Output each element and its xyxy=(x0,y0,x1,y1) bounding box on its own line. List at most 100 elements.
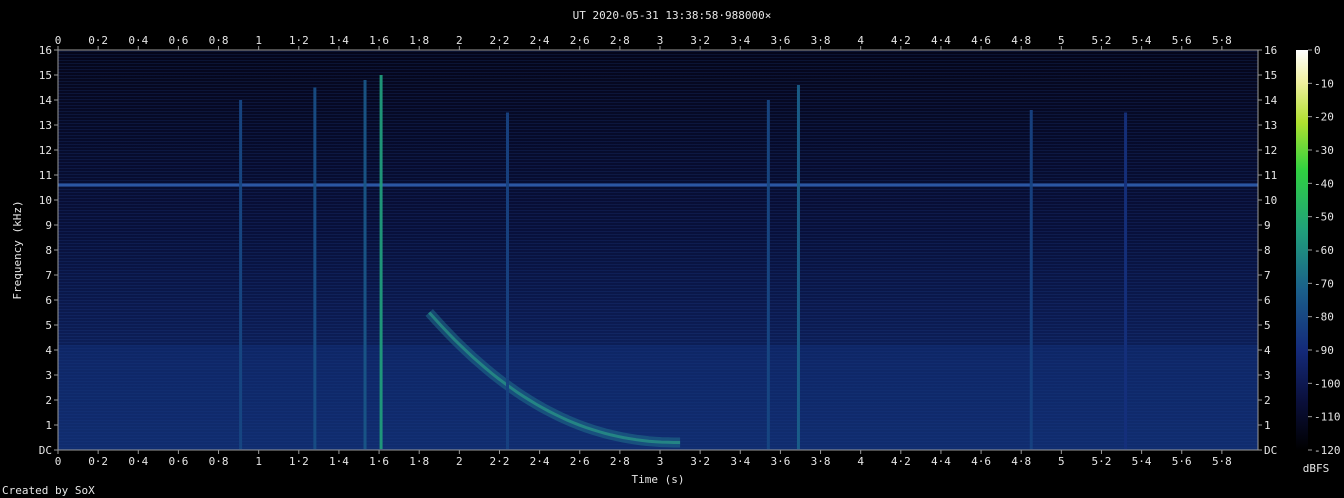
colorbar-tick-label: -70 xyxy=(1314,277,1334,290)
x-tick-label-bottom: 4·2 xyxy=(891,455,911,468)
x-tick-label-bottom: 0·2 xyxy=(88,455,108,468)
y-tick-label-left: 11 xyxy=(39,169,52,182)
colorbar-label: dBFS xyxy=(1303,462,1330,475)
x-tick-label-bottom: 4·6 xyxy=(971,455,991,468)
y-tick-label-left: 4 xyxy=(45,344,52,357)
y-tick-label-left: 13 xyxy=(39,119,52,132)
y-tick-label-right: 3 xyxy=(1264,369,1271,382)
x-tick-label-top: 2·8 xyxy=(610,34,630,47)
broadband-band xyxy=(58,345,1258,450)
x-tick-label-bottom: 5·4 xyxy=(1132,455,1152,468)
y-tick-label-right: 8 xyxy=(1264,244,1271,257)
x-tick-label-bottom: 1·8 xyxy=(409,455,429,468)
x-tick-label-top: 1·8 xyxy=(409,34,429,47)
y-tick-label-right: 13 xyxy=(1264,119,1277,132)
x-tick-label-bottom: 3·4 xyxy=(730,455,750,468)
x-tick-label-bottom: 5·6 xyxy=(1172,455,1192,468)
x-tick-label-top: 2·4 xyxy=(530,34,550,47)
y-tick-label-right: 16 xyxy=(1264,44,1277,57)
colorbar-tick-label: -80 xyxy=(1314,311,1334,324)
colorbar-tick-label: 0 xyxy=(1314,44,1321,57)
x-tick-label-bottom: 5·8 xyxy=(1212,455,1232,468)
colorbar-tick-label: -110 xyxy=(1314,411,1341,424)
x-tick-label-bottom: 2 xyxy=(456,455,463,468)
y-tick-label-right: 6 xyxy=(1264,294,1271,307)
x-tick-label-bottom: 0·8 xyxy=(209,455,229,468)
x-tick-label-bottom: 2·2 xyxy=(490,455,510,468)
x-tick-label-top: 0·4 xyxy=(128,34,148,47)
colorbar-tick-label: -120 xyxy=(1314,444,1341,457)
x-tick-label-bottom: 4·8 xyxy=(1011,455,1031,468)
y-tick-label-right: 4 xyxy=(1264,344,1271,357)
y-tick-label-left: 2 xyxy=(45,394,52,407)
colorbar-tick-label: -90 xyxy=(1314,344,1334,357)
x-tick-label-top: 2·2 xyxy=(490,34,510,47)
y-tick-label-left: 8 xyxy=(45,244,52,257)
x-tick-label-bottom: 1·6 xyxy=(369,455,389,468)
y-tick-label-left: 6 xyxy=(45,294,52,307)
x-tick-label-bottom: 3 xyxy=(657,455,664,468)
x-tick-label-bottom: 1·2 xyxy=(289,455,309,468)
y-tick-label-left: 7 xyxy=(45,269,52,282)
x-tick-label-top: 3·6 xyxy=(770,34,790,47)
colorbar xyxy=(1296,50,1308,450)
y-tick-label-left: 10 xyxy=(39,194,52,207)
x-tick-label-top: 3·2 xyxy=(690,34,710,47)
x-tick-label-bottom: 1·4 xyxy=(329,455,349,468)
x-tick-label-bottom: 2·4 xyxy=(530,455,550,468)
y-tick-label-right: 5 xyxy=(1264,319,1271,332)
x-tick-label-top: 1·2 xyxy=(289,34,309,47)
y-tick-label-left: 15 xyxy=(39,69,52,82)
y-tick-label-left: 5 xyxy=(45,319,52,332)
y-tick-label-left: DC xyxy=(39,444,52,457)
y-tick-label-right: 10 xyxy=(1264,194,1277,207)
x-tick-label-top: 3·4 xyxy=(730,34,750,47)
x-tick-label-bottom: 5 xyxy=(1058,455,1065,468)
x-tick-label-top: 0·8 xyxy=(209,34,229,47)
y-tick-label-right: 11 xyxy=(1264,169,1277,182)
x-tick-label-top: 3·8 xyxy=(811,34,831,47)
x-tick-label-bottom: 3·2 xyxy=(690,455,710,468)
x-tick-label-bottom: 0 xyxy=(55,455,62,468)
spectrogram-chart: UT 2020-05-31 13:38:58·988000× 0 0 0·2 0·2 0… xyxy=(11,9,1341,486)
x-tick-label-bottom: 0·6 xyxy=(168,455,188,468)
x-tick-label-top: 5·2 xyxy=(1092,34,1112,47)
colorbar-tick-label: -40 xyxy=(1314,177,1334,190)
y-tick-label-left: 12 xyxy=(39,144,52,157)
x-tick-label-bottom: 0·4 xyxy=(128,455,148,468)
x-tick-label-top: 0 xyxy=(55,34,62,47)
y-tick-label-right: 15 xyxy=(1264,69,1277,82)
colorbar-ticks: 0 -10 -20 -30 -40 -50 -60 -70 -80 -90 -100 -110 -120 xyxy=(1308,44,1341,457)
x-tick-label-top: 5·6 xyxy=(1172,34,1192,47)
y-axis-label: Frequency (kHz) xyxy=(11,200,24,299)
x-tick-label-top: 5·4 xyxy=(1132,34,1152,47)
colorbar-tick-label: -50 xyxy=(1314,211,1334,224)
x-tick-label-top: 4·8 xyxy=(1011,34,1031,47)
x-tick-label-bottom: 5·2 xyxy=(1092,455,1112,468)
x-tick-label-bottom: 4 xyxy=(857,455,864,468)
x-tick-label-top: 5 xyxy=(1058,34,1065,47)
credit-text: Created by SoX xyxy=(2,484,95,497)
y-tick-label-right: 14 xyxy=(1264,94,1278,107)
colorbar-tick-label: -30 xyxy=(1314,144,1334,157)
y-tick-label-right: 7 xyxy=(1264,269,1271,282)
y-tick-label-right: 12 xyxy=(1264,144,1277,157)
y-tick-label-left: 14 xyxy=(39,94,53,107)
x-tick-label-bottom: 2·6 xyxy=(570,455,590,468)
y-tick-label-left: 1 xyxy=(45,419,52,432)
x-tick-label-top: 4·6 xyxy=(971,34,991,47)
x-tick-label-top: 0·6 xyxy=(168,34,188,47)
x-tick-label-bottom: 4·4 xyxy=(931,455,951,468)
x-tick-label-top: 4·2 xyxy=(891,34,911,47)
x-tick-label-top: 4 xyxy=(857,34,864,47)
colorbar-tick-label: -10 xyxy=(1314,77,1334,90)
x-tick-label-top: 2 xyxy=(456,34,463,47)
y-tick-label-left: 9 xyxy=(45,219,52,232)
colorbar-tick-label: -100 xyxy=(1314,377,1341,390)
y-tick-label-left: 16 xyxy=(39,44,52,57)
y-tick-label-right: DC xyxy=(1264,444,1277,457)
colorbar-tick-label: -60 xyxy=(1314,244,1334,257)
x-tick-label-top: 1·6 xyxy=(369,34,389,47)
y-tick-label-right: 2 xyxy=(1264,394,1271,407)
y-tick-label-right: 1 xyxy=(1264,419,1271,432)
